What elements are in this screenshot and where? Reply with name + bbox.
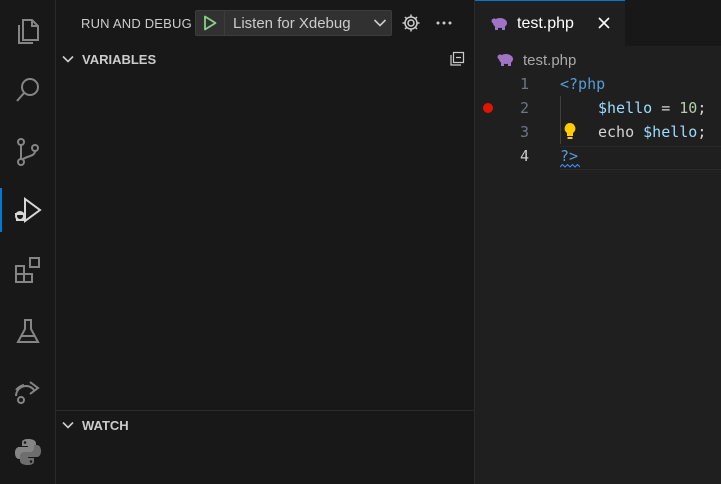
breadcrumb[interactable]: test.php	[497, 50, 576, 70]
run-debug-icon	[14, 197, 42, 223]
code-number: 10	[679, 99, 698, 117]
breadcrumb-file: test.php	[523, 51, 577, 69]
watch-section-header[interactable]: WATCH	[56, 413, 474, 437]
gear-icon	[402, 14, 420, 32]
explorer-button[interactable]	[0, 3, 55, 59]
python-icon	[14, 439, 41, 465]
code-line-3[interactable]: 3 echo $hello;	[475, 120, 721, 144]
code-variable: $hello	[598, 99, 653, 117]
launch-config-label: Listen for Xdebug	[233, 14, 351, 32]
code-line-4[interactable]: 4 ?>	[475, 144, 721, 168]
close-icon	[598, 17, 610, 29]
chevron-down-icon	[369, 18, 391, 28]
lightbulb-icon[interactable]	[563, 122, 577, 144]
tab-bar: test.php	[475, 0, 721, 46]
search-button[interactable]	[0, 62, 55, 118]
extensions-icon	[14, 257, 40, 283]
php-file-icon	[497, 54, 513, 66]
code-lines[interactable]: 1 <?php 2 $hello = 10; 3 echo $hello; 4 …	[475, 72, 721, 168]
warning-squiggle	[560, 164, 580, 168]
code-line-2[interactable]: 2 $hello = 10;	[475, 96, 721, 120]
search-icon	[15, 78, 39, 102]
line-number: 4	[519, 147, 529, 165]
code-semicolon: ;	[697, 123, 707, 141]
files-icon	[17, 19, 39, 44]
variables-section-header[interactable]: VARIABLES	[56, 47, 474, 71]
chevron-down-icon	[62, 55, 76, 63]
close-tab-button[interactable]	[595, 14, 613, 32]
watch-section-title: WATCH	[82, 417, 129, 433]
breakpoint-marker[interactable]	[483, 103, 493, 113]
play-icon	[204, 15, 217, 31]
run-debug-button[interactable]	[0, 182, 55, 238]
code-variable: $hello	[643, 123, 698, 141]
extensions-button[interactable]	[0, 242, 55, 298]
remote-explorer-icon	[14, 381, 40, 404]
editor-group: test.php test.php 1 <?php 2 $hello = 10;…	[475, 0, 721, 484]
code-keyword: echo	[598, 123, 635, 141]
section-divider	[56, 410, 474, 411]
collapse-all-button[interactable]	[446, 48, 468, 70]
python-button[interactable]	[0, 424, 55, 480]
testing-icon	[15, 319, 40, 343]
run-debug-sidebar: RUN AND DEBUG Listen for Xdebug VARIABLE…	[56, 0, 475, 484]
chevron-down-icon	[62, 421, 76, 429]
activity-bar	[0, 0, 56, 484]
code-line-1[interactable]: 1 <?php	[475, 72, 721, 96]
source-control-button[interactable]	[0, 124, 55, 180]
ellipsis-icon	[436, 21, 452, 25]
remote-explorer-button[interactable]	[0, 362, 55, 418]
open-launch-json-button[interactable]	[400, 12, 422, 34]
launch-configuration-dropdown[interactable]: Listen for Xdebug	[195, 10, 392, 36]
code-semicolon: ;	[697, 99, 707, 117]
sidebar-title: RUN AND DEBUG	[81, 16, 192, 31]
line-number: 3	[519, 123, 529, 141]
variables-section-title: VARIABLES	[82, 51, 157, 67]
tab-test-php[interactable]: test.php	[475, 0, 625, 46]
more-actions-button[interactable]	[433, 12, 455, 34]
code-text: <?php	[560, 75, 606, 93]
php-file-icon	[491, 17, 507, 30]
line-number: 2	[519, 99, 529, 117]
code-operator: =	[652, 99, 680, 117]
tab-label: test.php	[517, 14, 574, 32]
source-control-icon	[16, 138, 39, 166]
code-text: $hello = 10;	[598, 96, 706, 120]
line-number: 1	[519, 75, 529, 93]
collapse-all-icon	[450, 51, 465, 66]
testing-button[interactable]	[0, 304, 55, 360]
start-debugging-button[interactable]	[196, 11, 225, 35]
code-text: echo $hello;	[598, 120, 706, 144]
